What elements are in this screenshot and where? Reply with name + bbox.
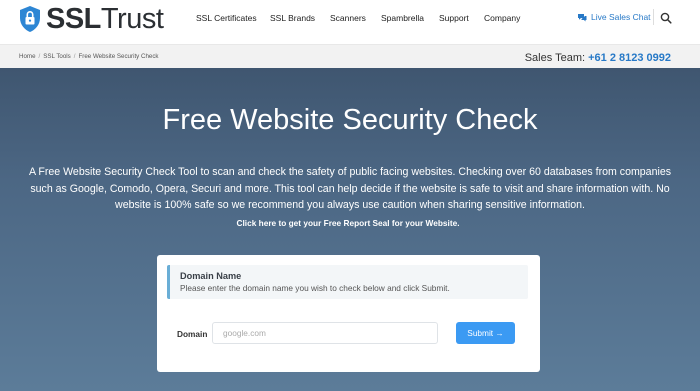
report-seal-link[interactable]: Click here to get your Free Report Seal … [0, 218, 696, 228]
header-divider [653, 9, 654, 25]
sales-label: Sales Team: [524, 52, 586, 64]
logo-wordmark: SSLTrust [46, 3, 164, 35]
nav-item-spambrella[interactable]: Spambrella [381, 13, 424, 23]
hero-section: Free Website Security Check A Free Websi… [0, 68, 700, 391]
nav-item-company[interactable]: Company [484, 13, 520, 23]
live-chat-link[interactable]: Live Sales Chat [577, 12, 651, 22]
search-icon [660, 12, 672, 24]
domain-check-card: Domain Name Please enter the domain name… [157, 255, 540, 372]
breadcrumb-home[interactable]: Home [19, 53, 36, 60]
domain-field-label: Domain [177, 329, 208, 339]
breadcrumb-current: Free Website Security Check [78, 53, 159, 60]
search-button[interactable] [660, 11, 672, 24]
nav-item-ssl-brands[interactable]: SSL Brands [270, 13, 315, 23]
breadcrumb-separator: / [73, 53, 76, 60]
breadcrumb-bar: Home / SSL Tools / Free Website Security Che… [0, 44, 700, 68]
alert-text: Please enter the domain name you wish to… [180, 283, 450, 293]
nav-item-support[interactable]: Support [439, 13, 469, 23]
breadcrumb: Home / SSL Tools / Free Website Security Che… [19, 53, 159, 60]
domain-info-alert: Domain Name Please enter the domain name… [167, 265, 528, 299]
logo-text-thin: Trust [100, 3, 164, 35]
hero-description: A Free Website Security Check Tool to sc… [28, 166, 672, 211]
breadcrumb-ssl-tools[interactable]: SSL Tools [43, 53, 71, 60]
site-logo[interactable]: SSLTrust [19, 3, 164, 35]
shield-lock-icon [20, 6, 40, 32]
sales-phone-link[interactable]: +61 2 8123 0992 [588, 52, 671, 64]
alert-title: Domain Name [180, 271, 242, 281]
chat-bubble-icon [578, 13, 587, 21]
domain-input[interactable] [212, 322, 438, 344]
live-chat-label: Live Sales Chat [591, 12, 651, 22]
sales-contact: Sales Team: +61 2 8123 0992 [525, 52, 671, 64]
nav-item-ssl-certificates[interactable]: SSL Certificates [196, 13, 257, 23]
breadcrumb-separator: / [38, 53, 41, 60]
nav-item-scanners[interactable]: Scanners [330, 13, 366, 23]
logo-text-bold: SSL [46, 3, 101, 35]
page-title: Free Website Security Check [162, 104, 538, 136]
submit-button[interactable]: Submit → [456, 322, 515, 344]
site-header: SSLTrust SSL Certificates SSL Brands Sca… [0, 0, 700, 44]
